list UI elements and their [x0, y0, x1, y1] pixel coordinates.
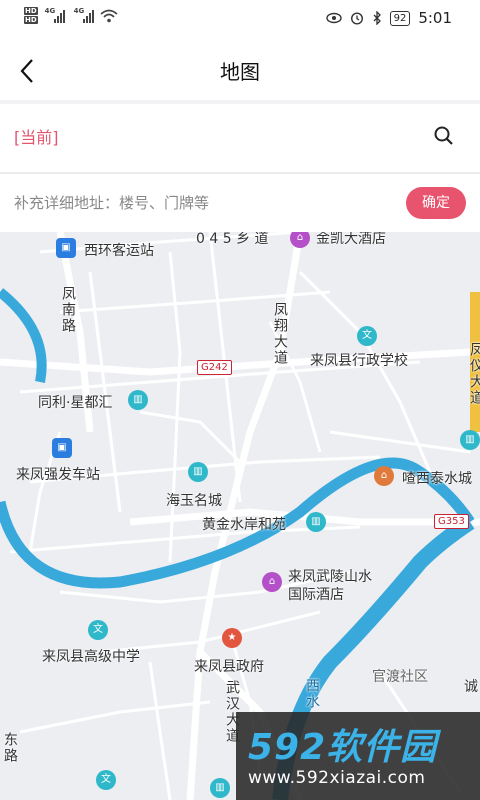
search-icon [434, 126, 453, 145]
map-label-guandu: 官渡社区 [372, 669, 428, 685]
clock: 5:01 [418, 9, 452, 27]
map-label-wuling-hotel: 来凤武陵山水国际酒店 [288, 569, 372, 603]
map-label-bottom-road: 东路 [2, 732, 18, 764]
app-header: 地图 [0, 40, 480, 100]
map-label-fengyi-road: 凤仪大道 [468, 342, 480, 406]
map-label-tongli: 同利·星都汇 [38, 395, 113, 411]
residential-icon: ▥ [306, 512, 326, 532]
watermark: 592软件园 www.592xiazai.com [236, 712, 480, 800]
watermark-url: www.592xiazai.com [248, 768, 426, 788]
hd-label: HD [24, 7, 38, 15]
bus-station-icon: ▣ [52, 438, 72, 458]
map-label-admin-school: 来凤县行政学校 [310, 353, 408, 369]
battery-icon: 92 [389, 10, 411, 26]
hotel-icon: ⌂ [262, 572, 282, 592]
map-label-fengnan-road: 凤南路 [60, 286, 76, 334]
address-row: 确定 [0, 174, 480, 232]
alarm-icon [350, 12, 363, 25]
watermark-title: 592软件园 [248, 727, 438, 768]
map-label-jinkai-hotel: 金凯大酒店 [316, 232, 386, 247]
page-title: 地图 [220, 60, 260, 84]
map-label-qiangfa-station: 来凤强发车站 [16, 467, 100, 483]
map-label-xihuan-station: 西环客运站 [84, 243, 154, 259]
school-icon: 文 [88, 620, 108, 640]
highway-badge-g353: G353 [434, 514, 469, 529]
network-type: 4G [44, 6, 56, 15]
hd-label: HD [24, 16, 38, 24]
search-button[interactable] [432, 124, 456, 148]
school-icon: 文 [96, 770, 116, 790]
map-label-road-045: 0 4 5 乡 道 [196, 232, 269, 247]
residential-icon: ▥ [210, 778, 230, 798]
residential-icon: ▥ [188, 462, 208, 482]
map-label-gov: 来凤县政府 [194, 659, 264, 675]
hd-icon: HD HD [24, 7, 38, 24]
status-left: HD HD 4G 4G [24, 7, 118, 24]
residential-icon: ▥ [128, 390, 148, 410]
map-label-huangjin: 黄金水岸和苑 [202, 517, 286, 533]
government-star-icon: ★ [222, 628, 242, 648]
bluetooth-icon [373, 11, 381, 25]
confirm-button[interactable]: 确定 [406, 187, 466, 219]
search-row: [当前] [0, 104, 480, 172]
network-type: 4G [73, 6, 85, 15]
residential-icon: ▥ [460, 430, 480, 450]
map-label-tangxitai: 喳西泰水城 [402, 471, 472, 487]
wifi-icon [100, 9, 118, 22]
address-detail-input[interactable] [14, 190, 384, 216]
signal-icon: 4G [45, 7, 65, 23]
map-label-cheng: 诚 [464, 679, 478, 695]
current-location-label[interactable]: [当前] [14, 124, 59, 148]
signal-icon: 4G [74, 7, 94, 23]
map-label-haiyu: 海玉名城 [166, 493, 222, 509]
status-right: 92 5:01 [325, 9, 452, 27]
school-icon: 文 [357, 326, 377, 346]
map-label-fengxiang-road: 凤翔大道 [272, 302, 288, 366]
map-label-xishui: 西水 [304, 678, 320, 710]
bus-station-icon: ▣ [56, 238, 76, 258]
landmark-icon: ⌂ [374, 466, 394, 486]
map-label-high-school: 来凤县高级中学 [42, 649, 140, 665]
status-bar: HD HD 4G 4G 92 5:01 [0, 0, 480, 40]
eye-icon [325, 12, 342, 24]
highway-badge-g242: G242 [197, 360, 232, 375]
